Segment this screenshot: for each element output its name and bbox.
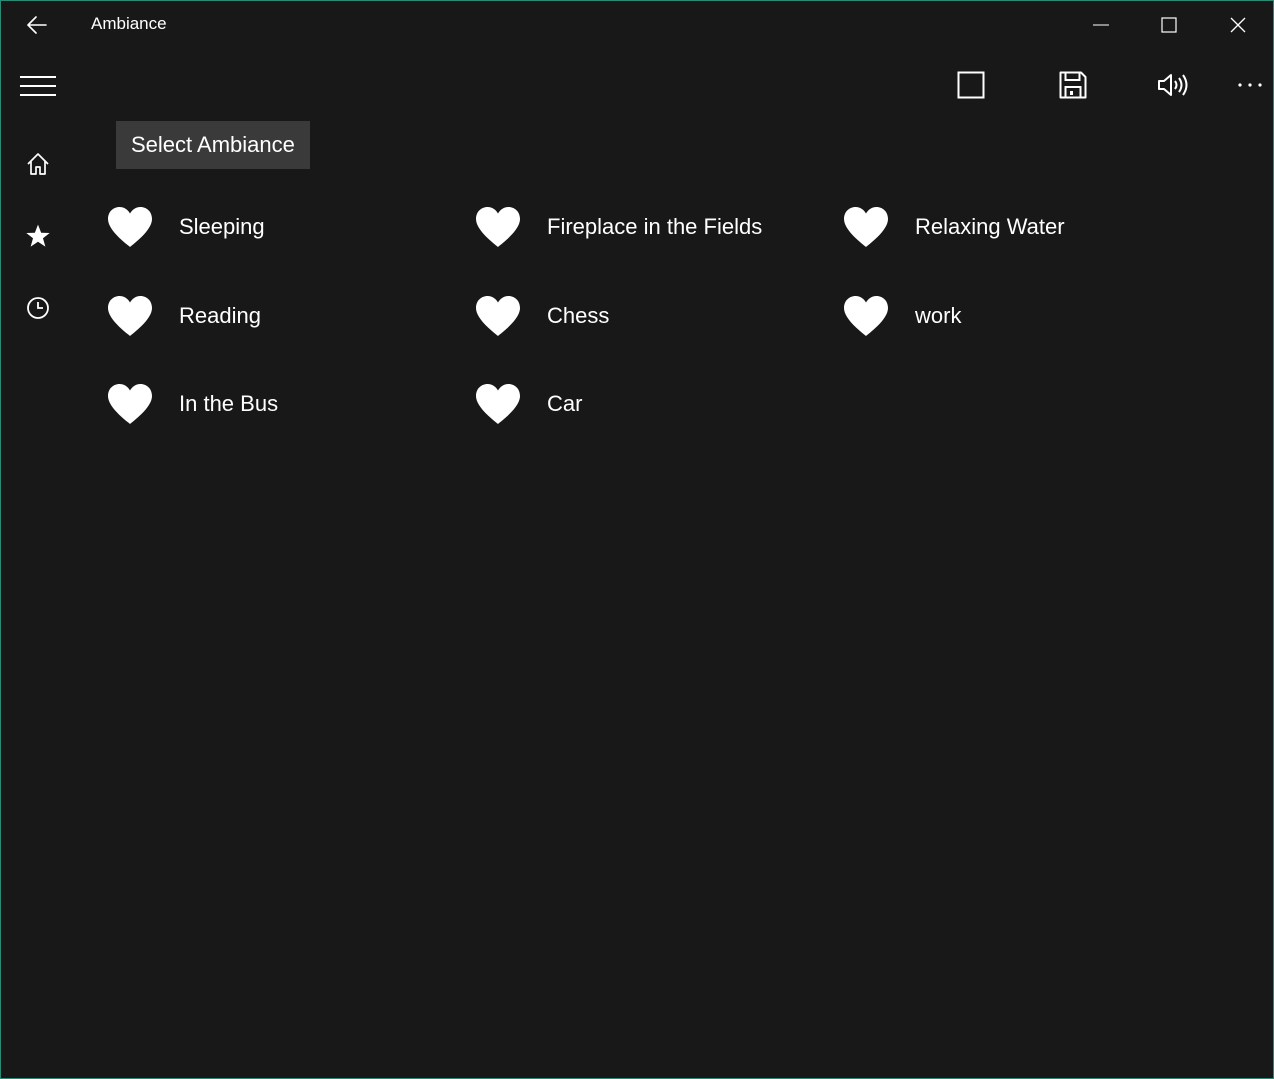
save-icon <box>1059 71 1087 99</box>
ambiance-tile[interactable]: Sleeping <box>107 191 475 263</box>
heart-icon <box>107 382 153 426</box>
app-title: Ambiance <box>91 14 167 33</box>
save-button[interactable] <box>1046 63 1100 107</box>
ambiance-label: Sleeping <box>179 214 265 239</box>
back-button[interactable] <box>13 9 61 41</box>
nav-item-recent[interactable] <box>13 286 63 330</box>
ambiance-label: Fireplace in the Fields <box>547 214 763 239</box>
ambiance-label: Relaxing Water <box>915 214 1065 239</box>
volume-icon <box>1158 74 1188 96</box>
nav-item-home[interactable] <box>13 142 63 186</box>
select-ambiance-header: Select Ambiance <box>116 121 310 169</box>
heart-icon <box>475 294 521 338</box>
ambiance-tile[interactable]: In the Bus <box>107 368 475 440</box>
ambiance-grid: Sleeping Fireplace in the Fields Relaxin… <box>107 191 1217 457</box>
heart-icon <box>843 294 889 338</box>
ambiance-tile[interactable]: Relaxing Water <box>843 191 1211 263</box>
ambiance-label: work <box>915 302 962 328</box>
ambiance-label: In the Bus <box>179 391 279 416</box>
stop-button[interactable] <box>944 63 998 107</box>
home-icon <box>27 153 49 175</box>
maximize-button[interactable] <box>1135 1 1203 49</box>
more-icon <box>1238 83 1262 87</box>
heart-icon <box>843 205 889 249</box>
close-icon <box>1230 17 1246 33</box>
app-window: Ambiance Select Ambiance Sleeping Firepl… <box>0 0 1274 1079</box>
stop-icon <box>957 71 985 99</box>
heart-icon <box>475 382 521 426</box>
ambiance-label: Car <box>547 391 583 416</box>
hamburger-menu-button[interactable] <box>13 65 63 107</box>
title-bar: Ambiance <box>1 1 1273 49</box>
back-arrow-icon <box>27 16 47 34</box>
hamburger-icon <box>20 76 56 96</box>
ambiance-tile[interactable]: Fireplace in the Fields <box>475 191 843 263</box>
close-button[interactable] <box>1204 1 1272 49</box>
ambiance-label: Reading <box>179 302 261 328</box>
star-icon <box>26 224 50 247</box>
more-options-button[interactable] <box>1223 63 1273 107</box>
volume-button[interactable] <box>1147 63 1201 107</box>
clock-icon <box>27 297 49 319</box>
ambiance-tile[interactable]: work <box>843 280 1211 352</box>
ambiance-tile[interactable]: Car <box>475 368 843 440</box>
heart-icon <box>107 205 153 249</box>
ambiance-tile[interactable]: Reading <box>107 280 475 352</box>
minimize-icon <box>1093 24 1109 26</box>
minimize-button[interactable] <box>1067 1 1135 49</box>
heart-icon <box>107 294 153 338</box>
maximize-icon <box>1161 17 1177 33</box>
ambiance-tile[interactable]: Chess <box>475 280 843 352</box>
nav-item-favorites[interactable] <box>13 214 63 258</box>
ambiance-label: Chess <box>547 302 610 328</box>
heart-icon <box>475 205 521 249</box>
